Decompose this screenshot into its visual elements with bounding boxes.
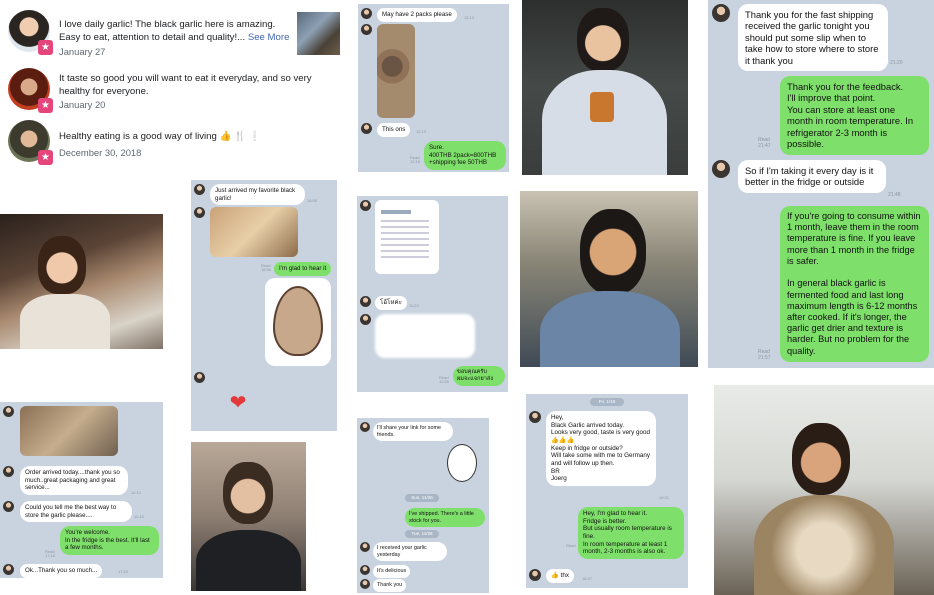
chat-bubble: Could you tell me the best way to store … xyxy=(20,501,132,523)
avatar xyxy=(360,579,370,589)
chat-order-arrived: Order arrived today....thank you so much… xyxy=(0,402,163,578)
message-read-status: Read 17:18 xyxy=(45,549,56,559)
avatar xyxy=(712,160,730,178)
shipping-slip-image[interactable] xyxy=(375,200,439,274)
chat-bubble: โอ้โหค่ะ xyxy=(375,296,407,310)
sticker[interactable] xyxy=(447,444,477,482)
message-time: 21:48 xyxy=(888,192,901,198)
avatar xyxy=(361,8,372,19)
avatar xyxy=(361,123,372,134)
reviews-panel: ★ I love daily garlic! The black garlic … xyxy=(0,0,350,180)
message-read-status: Read xyxy=(566,543,576,548)
chat-bubble: Thank you for the feedback. I'll improve… xyxy=(780,76,929,155)
message-time: 17:20 xyxy=(118,569,129,574)
bunny-sticker[interactable]: ❤ xyxy=(213,378,263,428)
avatar xyxy=(360,200,371,211)
customer-photo-man-smiling xyxy=(520,191,698,367)
customer-photo-woman-eating xyxy=(0,214,163,349)
recommend-badge-icon: ★ xyxy=(38,150,53,165)
message-time: 12:13 xyxy=(464,15,475,20)
chat-bubble: Hey, I'm glad to hear it. Fridge is bett… xyxy=(578,507,684,560)
review-text: Healthy eating is a good way of living 👍… xyxy=(59,131,261,142)
chat-joerg: Fri, 1/16 Hey, Black Garlic arrived toda… xyxy=(526,394,688,588)
avatar xyxy=(529,569,541,581)
avatar xyxy=(3,564,14,575)
chat-bubble: I'll share your link for some friends. xyxy=(373,422,453,442)
chat-bubble: You're welcome. In the fridge is the bes… xyxy=(60,526,159,555)
date-divider: Sun, 11/26 xyxy=(405,494,439,502)
avatar xyxy=(194,184,205,195)
message-read-status: Read 21:57 xyxy=(758,349,771,361)
chat-bubble: Thank you for the fast shipping received… xyxy=(738,4,888,72)
avatar xyxy=(194,207,205,218)
chat-bubble: This ons xyxy=(377,123,411,137)
chat-bubble: ขอบคุณครับ ผมจะแจกยาส่ง xyxy=(453,366,505,386)
avatar xyxy=(712,4,730,22)
review-date[interactable]: January 20 xyxy=(59,99,159,110)
avatar xyxy=(360,314,371,325)
message-read-status: Read 12:16 xyxy=(410,155,421,165)
customer-photo-woman-phone xyxy=(522,0,688,175)
avatar xyxy=(360,565,370,575)
review-date[interactable]: January 27 xyxy=(59,46,159,57)
avatar xyxy=(194,372,205,383)
chat-bubble: Just arrived my favorite black garlic! xyxy=(210,184,305,206)
message-time: 18:55 xyxy=(307,198,318,203)
message-time: 11:13 xyxy=(134,514,144,519)
avatar xyxy=(360,422,370,432)
message-time: 12:13 xyxy=(416,129,427,134)
chat-bubble: 👍 thx xyxy=(546,569,574,583)
avatar xyxy=(3,466,14,477)
avatar xyxy=(529,411,541,423)
chat-bubble: I've shipped. There's a little stock for… xyxy=(405,508,485,528)
avatar xyxy=(360,542,370,552)
chat-bubble: Thank you xyxy=(373,579,407,592)
chat-bubble: It's delicious xyxy=(373,565,411,578)
see-more-link[interactable]: See More xyxy=(248,32,290,43)
date-divider: Fri, 1/16 xyxy=(590,398,624,406)
chat-store-advice: Thank you for the fast shipping received… xyxy=(708,0,934,368)
chat-bubble: Order arrived today....thank you so much… xyxy=(20,466,128,495)
garlic-mascot-sticker[interactable] xyxy=(265,278,331,366)
message-time: 11:13 xyxy=(131,490,141,495)
message-time: 11:23 xyxy=(409,303,419,308)
chat-just-arrived: Just arrived my favorite black garlic! 1… xyxy=(191,180,337,431)
chat-bubble: If you're going to consume within 1 mont… xyxy=(780,206,929,362)
customer-photo-man-dark xyxy=(191,442,306,591)
avatar xyxy=(360,296,371,307)
chat-bubble: I received your garlic yesterday xyxy=(373,542,447,562)
package-photo[interactable] xyxy=(20,406,118,456)
chat-bubble: So if I'm taking it every day is it bett… xyxy=(738,160,886,193)
message-read-status: Read 21:47 xyxy=(758,137,771,149)
avatar xyxy=(3,501,14,512)
chat-bubble: Hey, Black Garlic arrived today. Looks v… xyxy=(546,411,656,487)
recommend-badge-icon: ★ xyxy=(38,40,53,55)
review-date[interactable]: December 30, 2018 xyxy=(59,147,179,158)
review-photo[interactable] xyxy=(297,12,340,55)
review-text: It taste so good you will want to eat it… xyxy=(59,73,312,97)
address-bubble xyxy=(375,314,475,358)
avatar xyxy=(3,406,14,417)
garlic-box-photo[interactable] xyxy=(210,207,298,257)
chat-bubble: I'm glad to hear it xyxy=(274,262,332,276)
recommend-badge-icon: ★ xyxy=(38,98,53,113)
message-time: 16:37 xyxy=(582,576,593,581)
chat-bubble: May have 2 packs please xyxy=(377,8,457,22)
customer-photo-woman-holding-garlic xyxy=(714,385,934,595)
chat-share-link: I'll share your link for some friends. S… xyxy=(357,418,489,593)
chat-two-packs: May have 2 packs please 12:13 This ons 1… xyxy=(358,4,509,172)
chat-bubble: Ok...Thank you so much... xyxy=(20,564,103,578)
message-read-status: Read 18:56 xyxy=(261,263,272,273)
message-read-status: Read 11:28 xyxy=(439,375,449,385)
date-divider: Tue, 11/28 xyxy=(405,530,439,538)
chat-bubble: Sure. 400THB 2pack=800THB +shipping fee … xyxy=(424,141,506,170)
chat-thai: โอ้โหค่ะ 11:23 Read 11:28 ขอบคุณครับ ผมจ… xyxy=(357,196,508,392)
review-text: I love daily garlic! The black garlic he… xyxy=(59,19,276,43)
message-time: 16:31 xyxy=(659,495,670,500)
message-time: 21:20 xyxy=(890,60,903,66)
avatar xyxy=(361,24,372,35)
garlic-photo[interactable] xyxy=(377,24,415,118)
